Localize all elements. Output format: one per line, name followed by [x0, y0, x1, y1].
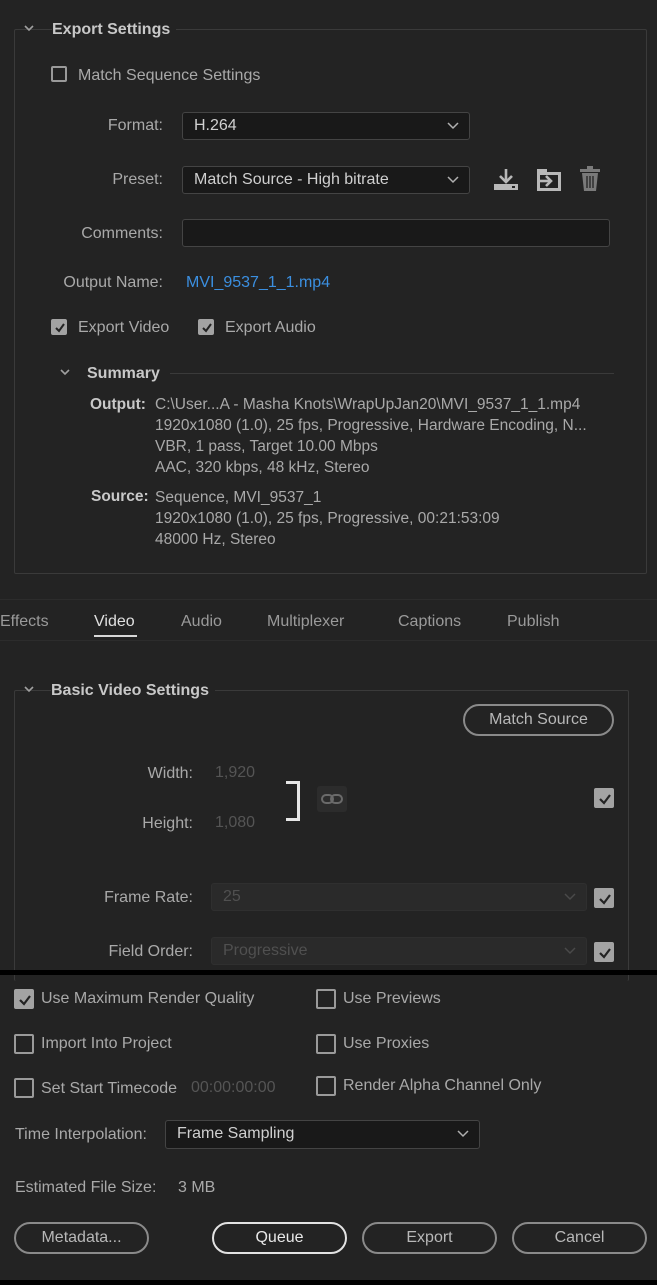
summary-output-line: C:\User...A - Masha Knots\WrapUpJan20\MV…	[155, 396, 581, 413]
summary-output-line: 1920x1080 (1.0), 25 fps, Progressive, Ha…	[155, 417, 587, 434]
export-video-checkbox[interactable]	[51, 319, 67, 335]
height-label: Height:	[142, 815, 193, 832]
chevron-down-icon	[564, 893, 576, 901]
chevron-down-icon	[457, 1130, 469, 1138]
use-max-render-quality-checkbox[interactable]	[14, 989, 34, 1009]
render-alpha-only-checkbox[interactable]	[316, 1076, 336, 1096]
comments-label: Comments:	[81, 225, 163, 242]
tab-audio[interactable]: Audio	[181, 613, 222, 631]
dimensions-match-checkbox[interactable]	[594, 788, 614, 808]
chevron-down-icon	[564, 947, 576, 955]
summary-output-line: VBR, 1 pass, Target 10.00 Mbps	[155, 438, 378, 455]
chevron-down-icon[interactable]	[24, 686, 34, 695]
summary-output-label: Output:	[90, 396, 146, 413]
export-video-label: Export Video	[78, 319, 170, 336]
summary-title: Summary	[87, 365, 160, 382]
summary-output-line: AAC, 320 kbps, 48 kHz, Stereo	[155, 459, 370, 476]
use-proxies-label: Use Proxies	[343, 1035, 430, 1052]
field-order-label: Field Order:	[108, 943, 193, 960]
time-interpolation-select[interactable]: Frame Sampling	[165, 1120, 480, 1149]
import-into-project-checkbox[interactable]	[14, 1034, 34, 1054]
time-interpolation-label: Time Interpolation:	[15, 1126, 147, 1143]
field-order-value: Progressive	[223, 942, 308, 959]
frame-rate-value: 25	[223, 888, 241, 905]
tab-effects[interactable]: Effects	[0, 613, 49, 631]
set-start-timecode-checkbox[interactable]	[14, 1078, 34, 1098]
frame-rate-select[interactable]: 25	[211, 883, 587, 911]
format-select[interactable]: H.264	[182, 112, 470, 140]
preset-label: Preset:	[112, 171, 163, 188]
chevron-down-icon	[447, 122, 459, 130]
match-sequence-label: Match Sequence Settings	[78, 67, 261, 84]
active-tab-underline	[94, 635, 137, 637]
preset-select[interactable]: Match Source - High bitrate	[182, 166, 470, 194]
comments-input[interactable]	[182, 219, 610, 247]
frame-rate-match-checkbox[interactable]	[594, 888, 614, 908]
width-label: Width:	[147, 765, 193, 782]
basic-video-settings-title: Basic Video Settings	[51, 682, 215, 700]
field-order-select[interactable]: Progressive	[211, 937, 587, 965]
export-audio-label: Export Audio	[225, 319, 316, 336]
height-value[interactable]: 1,080	[215, 814, 255, 832]
match-sequence-checkbox[interactable]	[51, 66, 67, 82]
field-order-match-checkbox[interactable]	[594, 942, 614, 962]
summary-source-line: 48000 Hz, Stereo	[155, 531, 276, 548]
panel-divider[interactable]	[0, 970, 657, 975]
import-into-project-label: Import Into Project	[41, 1035, 172, 1052]
summary-source-label: Source:	[91, 488, 149, 505]
export-settings-title: Export Settings	[52, 21, 177, 39]
tab-publish[interactable]: Publish	[507, 613, 559, 631]
summary-source-line: 1920x1080 (1.0), 25 fps, Progressive, 00…	[155, 510, 500, 527]
export-button[interactable]: Export	[362, 1222, 497, 1254]
chevron-down-icon[interactable]	[24, 25, 34, 34]
import-preset-icon[interactable]	[535, 167, 563, 198]
frame-rate-label: Frame Rate:	[104, 889, 193, 906]
summary-source-line: Sequence, MVI_9537_1	[155, 489, 322, 506]
use-proxies-checkbox[interactable]	[316, 1034, 336, 1054]
set-start-timecode-label: Set Start Timecode	[41, 1080, 178, 1097]
save-preset-icon[interactable]	[493, 168, 519, 197]
tabs-bottom-divider	[0, 640, 657, 641]
export-audio-checkbox[interactable]	[198, 319, 214, 335]
link-icon[interactable]	[317, 786, 347, 812]
time-interpolation-value: Frame Sampling	[177, 1125, 295, 1142]
bottom-edge	[0, 1280, 657, 1285]
width-value[interactable]: 1,920	[215, 764, 255, 782]
preset-value: Match Source - High bitrate	[194, 171, 389, 188]
format-label: Format:	[107, 117, 163, 134]
dimension-bracket	[286, 781, 300, 821]
match-source-button[interactable]: Match Source	[463, 704, 614, 736]
metadata-button[interactable]: Metadata...	[14, 1222, 149, 1254]
tab-video[interactable]: Video	[94, 613, 135, 631]
tab-captions[interactable]: Captions	[398, 613, 461, 631]
queue-button[interactable]: Queue	[212, 1222, 347, 1254]
summary-divider	[170, 373, 614, 374]
estimated-file-size-label: Estimated File Size:	[15, 1179, 157, 1196]
chevron-down-icon[interactable]	[60, 369, 70, 378]
output-name-link[interactable]: MVI_9537_1_1.mp4	[186, 274, 330, 292]
use-previews-checkbox[interactable]	[316, 989, 336, 1009]
delete-preset-icon[interactable]	[579, 166, 601, 197]
use-previews-label: Use Previews	[343, 990, 441, 1007]
tabs-top-divider	[0, 599, 657, 600]
format-value: H.264	[194, 117, 237, 134]
output-name-label: Output Name:	[63, 274, 163, 291]
start-timecode-value[interactable]: 00:00:00:00	[191, 1079, 276, 1097]
render-alpha-only-label: Render Alpha Channel Only	[343, 1077, 542, 1094]
use-max-render-quality-label: Use Maximum Render Quality	[41, 990, 255, 1007]
tab-multiplexer[interactable]: Multiplexer	[267, 613, 344, 631]
cancel-button[interactable]: Cancel	[512, 1222, 647, 1254]
chevron-down-icon	[447, 176, 459, 184]
estimated-file-size-value: 3 MB	[178, 1179, 216, 1196]
